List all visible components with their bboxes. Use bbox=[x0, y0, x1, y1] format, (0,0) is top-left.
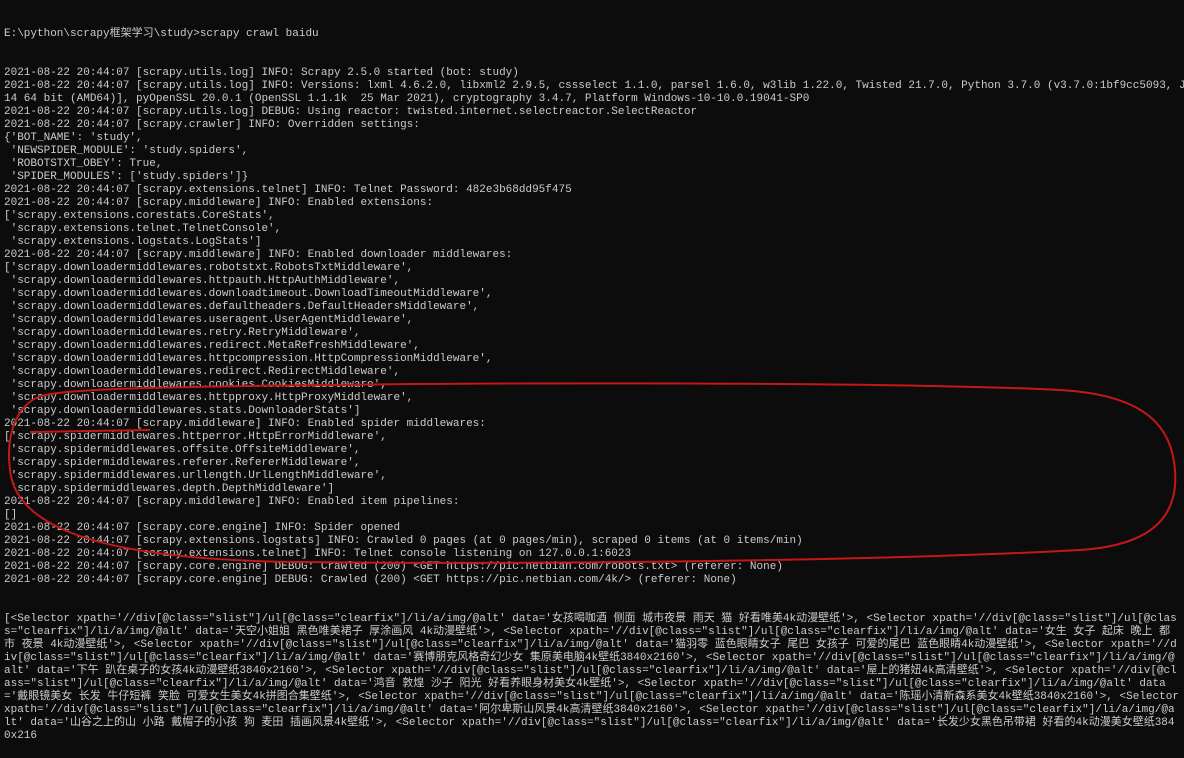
log-line: 2021-08-22 20:44:07 [scrapy.crawler] INF… bbox=[4, 119, 1180, 132]
log-line: 'scrapy.downloadermiddlewares.useragent.… bbox=[4, 314, 1180, 327]
command-prompt-line: E:\python\scrapy框架学习\study>scrapy crawl … bbox=[4, 28, 1180, 41]
log-line: 2021-08-22 20:44:07 [scrapy.utils.log] I… bbox=[4, 80, 1180, 93]
log-line: 2021-08-22 20:44:07 [scrapy.extensions.t… bbox=[4, 548, 1180, 561]
log-line: 'scrapy.downloadermiddlewares.cookies.Co… bbox=[4, 379, 1180, 392]
log-line: 2021-08-22 20:44:07 [scrapy.utils.log] I… bbox=[4, 67, 1180, 80]
log-line: 'scrapy.extensions.telnet.TelnetConsole'… bbox=[4, 223, 1180, 236]
log-line: 'scrapy.downloadermiddlewares.redirect.R… bbox=[4, 366, 1180, 379]
log-line: 'scrapy.downloadermiddlewares.httpproxy.… bbox=[4, 392, 1180, 405]
log-line: 'ROBOTSTXT_OBEY': True, bbox=[4, 158, 1180, 171]
log-line: 2021-08-22 20:44:07 [scrapy.core.engine]… bbox=[4, 561, 1180, 574]
log-line: 'scrapy.downloadermiddlewares.stats.Down… bbox=[4, 405, 1180, 418]
log-line: 2021-08-22 20:44:07 [scrapy.middleware] … bbox=[4, 197, 1180, 210]
log-line: 2021-08-22 20:44:07 [scrapy.core.engine]… bbox=[4, 522, 1180, 535]
log-line: 'scrapy.downloadermiddlewares.redirect.M… bbox=[4, 340, 1180, 353]
log-line: 'scrapy.spidermiddlewares.offsite.Offsit… bbox=[4, 444, 1180, 457]
log-line: 'scrapy.downloadermiddlewares.retry.Retr… bbox=[4, 327, 1180, 340]
log-line: 'SPIDER_MODULES': ['study.spiders']} bbox=[4, 171, 1180, 184]
selector-output: [<Selector xpath='//div[@class="slist"]/… bbox=[4, 613, 1180, 743]
log-line: 2021-08-22 20:44:07 [scrapy.utils.log] D… bbox=[4, 106, 1180, 119]
log-line: 2021-08-22 20:44:07 [scrapy.middleware] … bbox=[4, 249, 1180, 262]
log-line: ['scrapy.downloadermiddlewares.robotstxt… bbox=[4, 262, 1180, 275]
log-line: 2021-08-22 20:44:07 [scrapy.middleware] … bbox=[4, 418, 1180, 431]
log-line: 'NEWSPIDER_MODULE': 'study.spiders', bbox=[4, 145, 1180, 158]
log-line: 'scrapy.spidermiddlewares.depth.DepthMid… bbox=[4, 483, 1180, 496]
log-line: 'scrapy.downloadermiddlewares.httpcompre… bbox=[4, 353, 1180, 366]
log-line: 2021-08-22 20:44:07 [scrapy.extensions.t… bbox=[4, 184, 1180, 197]
log-line: 2021-08-22 20:44:07 [scrapy.middleware] … bbox=[4, 496, 1180, 509]
log-line: {'BOT_NAME': 'study', bbox=[4, 132, 1180, 145]
log-line: 2021-08-22 20:44:07 [scrapy.core.engine]… bbox=[4, 574, 1180, 587]
log-line: ['scrapy.spidermiddlewares.httperror.Htt… bbox=[4, 431, 1180, 444]
log-line: 14 64 bit (AMD64)], pyOpenSSL 20.0.1 (Op… bbox=[4, 93, 1180, 106]
log-line: 'scrapy.downloadermiddlewares.httpauth.H… bbox=[4, 275, 1180, 288]
log-line: 'scrapy.extensions.logstats.LogStats'] bbox=[4, 236, 1180, 249]
log-line: 2021-08-22 20:44:07 [scrapy.extensions.l… bbox=[4, 535, 1180, 548]
log-line: 'scrapy.downloadermiddlewares.downloadti… bbox=[4, 288, 1180, 301]
log-line: ['scrapy.extensions.corestats.CoreStats'… bbox=[4, 210, 1180, 223]
log-line: 'scrapy.spidermiddlewares.referer.Refere… bbox=[4, 457, 1180, 470]
terminal-output[interactable]: E:\python\scrapy框架学习\study>scrapy crawl … bbox=[0, 0, 1184, 758]
log-line: 'scrapy.downloadermiddlewares.defaulthea… bbox=[4, 301, 1180, 314]
log-line: [] bbox=[4, 509, 1180, 522]
log-line: 'scrapy.spidermiddlewares.urllength.UrlL… bbox=[4, 470, 1180, 483]
